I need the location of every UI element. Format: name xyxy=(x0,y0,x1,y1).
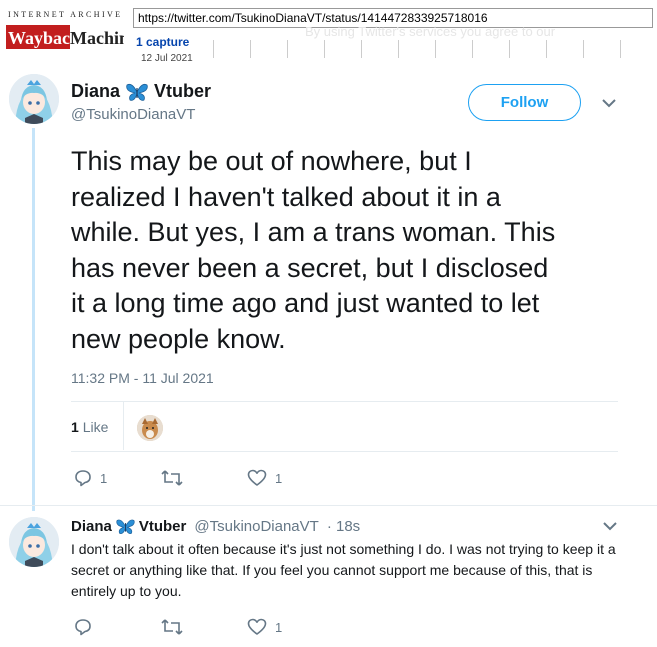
wayback-captures-link[interactable]: 1 capture xyxy=(136,35,189,49)
retweet-button[interactable] xyxy=(161,469,191,487)
likes-count[interactable]: 1 Like xyxy=(71,419,108,435)
reply-button[interactable] xyxy=(74,618,100,636)
reply-text: I don't talk about it often because it's… xyxy=(71,541,616,599)
reply-handle: @TsukinoDianaVT xyxy=(194,518,319,535)
divider xyxy=(71,401,618,402)
reply-button[interactable]: 1 xyxy=(74,469,107,487)
divider xyxy=(71,451,618,452)
thread-connector-line xyxy=(32,128,35,511)
avatar[interactable] xyxy=(9,74,59,124)
tweet-text: This may be out of nowhere, but I realiz… xyxy=(71,146,556,354)
like-button[interactable]: 1 xyxy=(247,469,282,487)
wayback-logo[interactable]: INTERNET ARCHIVE Wayback Machine xyxy=(6,10,124,60)
wayback-toolbar: INTERNET ARCHIVE Wayback Machine https:/… xyxy=(0,0,657,68)
display-name-last: Vtuber xyxy=(154,81,212,101)
reply-display-name-last: Vtuber xyxy=(138,518,187,535)
avatar[interactable] xyxy=(9,517,59,567)
svg-text:Machine: Machine xyxy=(70,28,124,48)
wayback-capture-date: 12 Jul 2021 xyxy=(141,53,193,64)
chevron-down-icon[interactable] xyxy=(602,98,616,108)
anime-avatar-icon xyxy=(9,74,59,124)
reply-icon xyxy=(75,470,91,487)
heart-icon xyxy=(247,618,267,635)
butterfly-icon xyxy=(126,83,148,101)
liker-avatar[interactable] xyxy=(137,415,163,441)
butterfly-icon xyxy=(116,519,135,534)
likes-label: Like xyxy=(82,419,109,435)
tweet-timestamp[interactable]: 11:32 PM - 11 Jul 2021 xyxy=(71,370,214,386)
wayback-machine-logo-icon: Wayback Machine xyxy=(6,25,124,49)
reply-count: 1 xyxy=(100,470,108,486)
reply-icon xyxy=(75,619,91,636)
display-name-first: Diana xyxy=(71,81,121,101)
chevron-down-icon[interactable] xyxy=(603,521,617,531)
handle[interactable]: @TsukinoDianaVT xyxy=(71,106,195,123)
retweet-button[interactable] xyxy=(161,618,191,636)
reply-age[interactable]: · 18s xyxy=(327,518,360,535)
anime-avatar-icon xyxy=(9,517,59,567)
wayback-sparkline[interactable] xyxy=(205,34,653,64)
divider xyxy=(0,505,657,506)
display-name[interactable]: Diana Vtuber xyxy=(71,81,211,102)
like-count: 1 xyxy=(275,470,283,486)
retweet-icon xyxy=(161,470,183,486)
like-count: 1 xyxy=(275,619,283,635)
retweet-icon xyxy=(161,619,183,635)
divider-vertical xyxy=(123,402,124,450)
reply-display-name-first: Diana xyxy=(71,518,112,535)
follow-button[interactable]: Follow xyxy=(468,84,581,121)
likes-number: 1 xyxy=(71,419,79,435)
like-button[interactable]: 1 xyxy=(247,618,282,636)
dog-avatar-icon xyxy=(137,415,163,441)
reply-header[interactable]: Diana Vtuber @TsukinoDianaVT · 18s xyxy=(71,518,360,535)
internet-archive-label: INTERNET ARCHIVE xyxy=(8,10,123,19)
heart-icon xyxy=(247,469,267,486)
